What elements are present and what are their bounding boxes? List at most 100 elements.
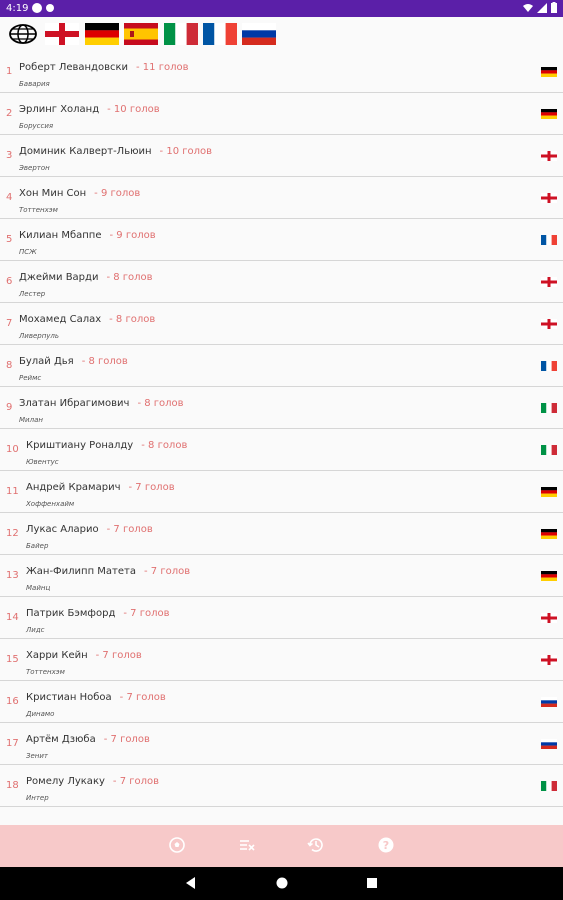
system-navigation-bar	[0, 867, 563, 900]
league-filter-bar	[0, 17, 563, 52]
player-rank: 13	[6, 570, 19, 581]
recents-icon[interactable]	[365, 876, 379, 890]
flag-england-icon[interactable]	[45, 23, 79, 45]
player-rank: 11	[6, 486, 19, 497]
list-item[interactable]: 17 Артём Дзюба - 7 голов Зенит	[0, 723, 563, 765]
player-name: Ромелу Лукаку - 7 голов	[26, 776, 159, 787]
player-name-text: Харри Кейн	[26, 650, 88, 661]
goal-count: - 8 голов	[109, 314, 156, 325]
flag-russia-icon[interactable]	[242, 23, 276, 45]
player-name: Артём Дзюба - 7 голов	[26, 734, 150, 745]
flag-spain-icon[interactable]	[124, 23, 158, 45]
player-rank: 3	[6, 150, 13, 161]
list-item[interactable]: 7 Мохамед Салах - 8 голов Ливерпуль	[0, 303, 563, 345]
home-icon[interactable]	[275, 876, 289, 890]
list-item[interactable]: 18 Ромелу Лукаку - 7 голов Интер	[0, 765, 563, 807]
soccer-ball-icon[interactable]	[168, 836, 186, 854]
player-name-text: Роберт Левандовски	[19, 62, 129, 73]
club-name: Ювентус	[26, 458, 59, 466]
history-icon[interactable]	[307, 836, 325, 854]
flag-germany-icon[interactable]	[85, 23, 119, 45]
goal-count: - 7 голов	[95, 650, 142, 661]
player-name-text: Златан Ибрагимович	[19, 398, 130, 409]
player-name: Хон Мин Сон - 9 голов	[19, 188, 140, 199]
list-item[interactable]: 8 Булай Дья - 8 голов Реймс	[0, 345, 563, 387]
player-name-text: Артём Дзюба	[26, 734, 96, 745]
flag-italy-icon	[541, 403, 557, 413]
player-rank: 1	[6, 66, 13, 77]
player-rank: 8	[6, 360, 13, 371]
goal-count: - 8 голов	[106, 272, 153, 283]
club-name: Реймс	[19, 374, 42, 382]
flag-italy-icon[interactable]	[164, 23, 198, 45]
status-time: 4:19	[6, 3, 29, 14]
player-name-text: Булай Дья	[19, 356, 74, 367]
globe-icon[interactable]	[8, 23, 38, 45]
list-item[interactable]: 12 Лукас Аларио - 7 голов Байер	[0, 513, 563, 555]
player-name: Эрлинг Холанд - 10 голов	[19, 104, 160, 115]
scorers-list: 1 Роберт Левандовски - 11 голов Бавария 2 Эрл…	[0, 51, 563, 807]
goal-count: - 8 голов	[137, 398, 184, 409]
list-item[interactable]: 3 Доминик Калверт-Льюин - 10 голов Эвертон	[0, 135, 563, 177]
player-rank: 2	[6, 108, 13, 119]
goal-count: - 7 голов	[112, 776, 160, 787]
list-item[interactable]: 4 Хон Мин Сон - 9 голов Тоттенхэм	[0, 177, 563, 219]
player-name: Булай Дья - 8 голов	[19, 356, 128, 367]
signal-icon	[537, 2, 547, 13]
list-item[interactable]: 2 Эрлинг Холанд - 10 голов Боруссия	[0, 93, 563, 135]
club-name: Бавария	[19, 80, 50, 88]
player-name: Харри Кейн - 7 голов	[26, 650, 142, 661]
player-name-text: Джейми Варди	[19, 272, 99, 283]
player-name: Кристиан Нобоа - 7 голов	[26, 692, 166, 703]
flag-france-icon[interactable]	[203, 23, 237, 45]
club-name: Динамо	[26, 710, 55, 718]
player-name: Жан-Филипп Матета - 7 голов	[26, 566, 190, 577]
list-item[interactable]: 9 Златан Ибрагимович - 8 голов Милан	[0, 387, 563, 429]
club-name: Байер	[26, 542, 49, 550]
flag-france-icon	[541, 361, 557, 371]
flag-france-icon	[541, 235, 557, 245]
list-item[interactable]: 13 Жан-Филипп Матета - 7 голов Майнц	[0, 555, 563, 597]
flag-italy-icon	[541, 781, 557, 791]
player-rank: 10	[6, 444, 19, 455]
club-name: Лестер	[19, 290, 46, 298]
club-name: Зенит	[26, 752, 48, 760]
flag-england-icon	[541, 193, 557, 203]
goal-count: - 7 голов	[103, 734, 150, 745]
list-item[interactable]: 15 Харри Кейн - 7 голов Тоттенхэм	[0, 639, 563, 681]
list-item[interactable]: 11 Андрей Крамарич - 7 голов Хоффенхайм	[0, 471, 563, 513]
flag-germany-icon	[541, 109, 557, 119]
player-name-text: Кристиан Нобоа	[26, 692, 112, 703]
flag-germany-icon	[541, 571, 557, 581]
player-name-text: Андрей Крамарич	[26, 482, 121, 493]
flag-italy-icon	[541, 445, 557, 455]
help-icon[interactable]: ?	[377, 836, 395, 854]
list-item[interactable]: 10 Криштиану Роналду - 8 голов Ювентус	[0, 429, 563, 471]
club-name: Боруссия	[19, 122, 54, 130]
player-name: Мохамед Салах - 8 голов	[19, 314, 155, 325]
shuffle-filter-icon[interactable]	[238, 836, 256, 854]
player-name-text: Доминик Калверт-Льюин	[19, 146, 152, 157]
player-rank: 7	[6, 318, 13, 329]
back-icon[interactable]	[184, 876, 198, 890]
flag-england-icon	[541, 613, 557, 623]
player-name: Златан Ибрагимович - 8 голов	[19, 398, 184, 409]
player-name-text: Хон Мин Сон	[19, 188, 87, 199]
goal-count: - 7 голов	[119, 692, 166, 703]
list-item[interactable]: 16 Кристиан Нобоа - 7 голов Динамо	[0, 681, 563, 723]
list-item[interactable]: 14 Патрик Бэмфорд - 7 голов Лидс	[0, 597, 563, 639]
player-rank: 12	[6, 528, 19, 539]
goal-count: - 7 голов	[128, 482, 175, 493]
player-name: Доминик Калверт-Льюин - 10 голов	[19, 146, 212, 157]
list-item[interactable]: 6 Джейми Варди - 8 голов Лестер	[0, 261, 563, 303]
club-name: Лидс	[26, 626, 45, 634]
club-name: Тоттенхэм	[19, 206, 58, 214]
list-item[interactable]: 1 Роберт Левандовски - 11 голов Бавария	[0, 51, 563, 93]
flag-germany-icon	[541, 487, 557, 497]
club-name: Ливерпуль	[19, 332, 60, 340]
flag-germany-icon	[541, 67, 557, 77]
wifi-icon	[523, 3, 533, 12]
player-name: Джейми Варди - 8 голов	[19, 272, 153, 283]
list-item[interactable]: 5 Килиан Мбаппе - 9 голов ПСЖ	[0, 219, 563, 261]
club-name: Милан	[19, 416, 43, 424]
